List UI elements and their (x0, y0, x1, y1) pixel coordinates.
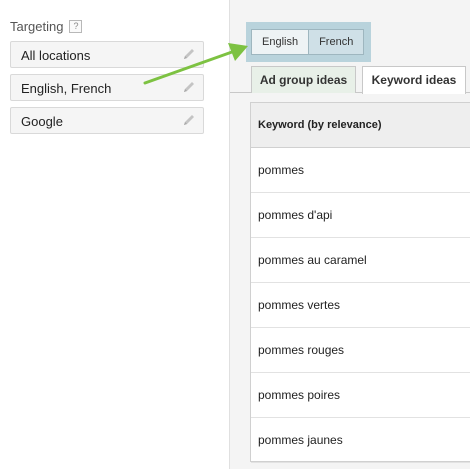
targeting-item-label: All locations (21, 48, 91, 63)
table-row[interactable]: pommes poires (251, 373, 470, 418)
targeting-item-network[interactable]: Google (10, 107, 204, 134)
tab-ad-group-ideas[interactable]: Ad group ideas (251, 66, 356, 93)
language-toggle: English French (251, 29, 365, 55)
table-row[interactable]: pommes au caramel (251, 238, 470, 283)
targeting-item-locations[interactable]: All locations (10, 41, 204, 68)
column-header-keyword[interactable]: Keyword (by relevance) (251, 103, 470, 148)
targeting-item-languages[interactable]: English, French (10, 74, 204, 101)
targeting-panel: Targeting ? All locations English, Frenc… (0, 0, 230, 469)
pencil-icon[interactable] (182, 80, 196, 94)
pencil-icon[interactable] (182, 47, 196, 61)
help-icon[interactable]: ? (69, 20, 83, 33)
targeting-item-label: English, French (21, 81, 112, 96)
keyword-table: Keyword (by relevance) pommes pommes d'a… (250, 102, 470, 463)
tab-keyword-ideas[interactable]: Keyword ideas (362, 66, 466, 94)
keyword-planner-page: Targeting ? All locations English, Frenc… (0, 0, 470, 469)
table-row[interactable]: pommes jaunes (251, 418, 470, 463)
targeting-header: Targeting ? (10, 19, 83, 34)
table-row[interactable]: pommes (251, 148, 470, 193)
language-french-button[interactable]: French (308, 30, 364, 54)
table-row[interactable]: pommes rouges (251, 328, 470, 373)
table-row[interactable]: pommes vertes (251, 283, 470, 328)
targeting-item-label: Google (21, 114, 63, 129)
language-english-button[interactable]: English (252, 30, 309, 54)
table-row[interactable]: pommes d'api (251, 193, 470, 238)
targeting-title: Targeting (10, 19, 64, 34)
pencil-icon[interactable] (182, 113, 196, 127)
